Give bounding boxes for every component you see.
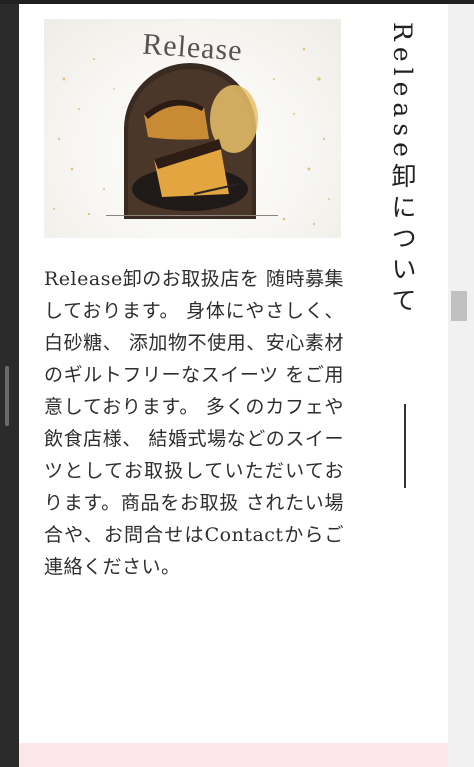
about-description: Release卸のお取扱店を 随時募集しております。 身体にやさしく、白砂糖、 …: [44, 268, 344, 578]
page-viewport: Release Release卸のお取扱店を 随時募集しております。 身体にやさ…: [19, 4, 448, 767]
cake-photo-arch: [124, 63, 258, 219]
resize-handle[interactable]: [5, 366, 9, 426]
scrollbar-thumb[interactable]: [451, 291, 467, 321]
heading-divider-line: [404, 404, 406, 488]
next-section-band: [19, 743, 448, 767]
section-heading-vertical: Release卸について: [388, 22, 417, 318]
hero-image: Release: [44, 19, 341, 238]
vertical-scrollbar[interactable]: [448, 4, 474, 767]
left-gutter: [0, 4, 19, 767]
hero-underline: [106, 215, 278, 216]
